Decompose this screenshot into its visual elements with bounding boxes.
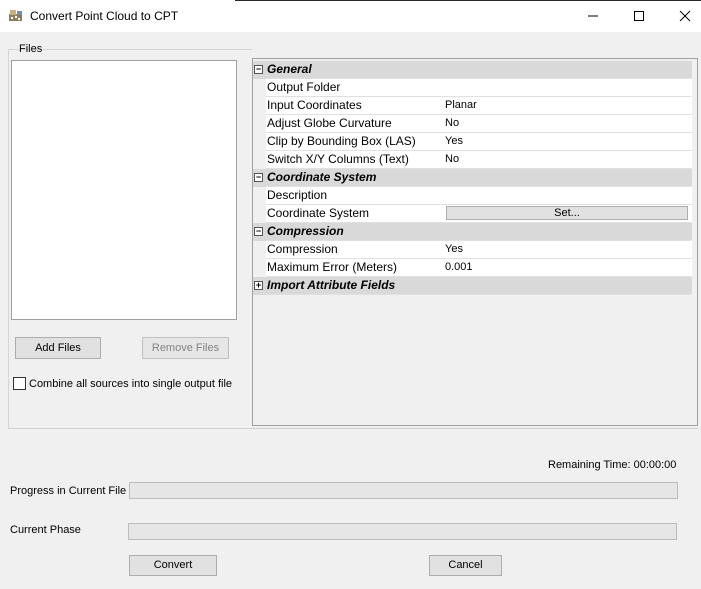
combine-sources-label: Combine all sources into single output f… xyxy=(29,378,233,390)
combine-sources-checkbox[interactable] xyxy=(13,377,26,390)
progress-current-file-label: Progress in Current File xyxy=(10,485,127,497)
property-row[interactable]: Input Coordinates Planar xyxy=(253,97,692,115)
property-row[interactable]: Coordinate System Set... xyxy=(253,205,692,223)
property-gutter xyxy=(253,151,266,169)
category-value-cell xyxy=(444,277,692,294)
category-row[interactable]: + Import Attribute Fields xyxy=(253,277,692,295)
property-name: Compression xyxy=(266,241,445,258)
remove-files-button[interactable]: Remove Files xyxy=(142,337,229,359)
minimize-icon xyxy=(588,15,598,17)
property-name: Maximum Error (Meters) xyxy=(266,259,445,276)
set-coordinate-system-button[interactable]: Set... xyxy=(446,206,688,220)
property-name: Output Folder xyxy=(266,79,445,96)
current-phase-bar xyxy=(128,523,677,540)
property-value[interactable]: No xyxy=(444,115,692,132)
property-row[interactable]: Description xyxy=(253,187,692,205)
progress-current-file-bar xyxy=(129,482,678,499)
property-gutter xyxy=(253,133,266,151)
category-value-cell xyxy=(444,61,692,78)
property-value[interactable]: Set... xyxy=(444,205,692,222)
cancel-button[interactable]: Cancel xyxy=(429,555,502,576)
category-row[interactable]: − General xyxy=(253,61,692,79)
category-name: Coordinate System xyxy=(266,169,445,186)
property-name: Clip by Bounding Box (LAS) xyxy=(266,133,445,150)
property-name: Description xyxy=(266,187,445,204)
property-gutter xyxy=(253,187,266,205)
property-gutter xyxy=(253,115,266,133)
convert-button[interactable]: Convert xyxy=(129,555,217,576)
property-row[interactable]: Compression Yes xyxy=(253,241,692,259)
files-group-label: Files xyxy=(19,43,43,55)
close-button[interactable] xyxy=(662,0,701,32)
property-gutter xyxy=(253,97,266,115)
property-grid: − General Output Folder Input Coordinates Pl… xyxy=(253,61,692,295)
property-value[interactable]: 0.001 xyxy=(444,259,692,276)
property-name: Input Coordinates xyxy=(266,97,445,114)
add-files-button[interactable]: Add Files xyxy=(15,337,101,359)
close-icon xyxy=(679,10,691,22)
property-gutter xyxy=(253,79,266,97)
category-gutter: − xyxy=(253,223,266,241)
category-name: General xyxy=(266,61,445,78)
property-value[interactable]: Yes xyxy=(444,133,692,150)
property-row[interactable]: Maximum Error (Meters) 0.001 xyxy=(253,259,692,277)
expand-icon[interactable]: + xyxy=(254,281,263,290)
category-value-cell xyxy=(444,223,692,240)
collapse-icon[interactable]: − xyxy=(254,173,263,182)
property-gutter xyxy=(253,241,266,259)
category-row[interactable]: − Compression xyxy=(253,223,692,241)
property-name: Adjust Globe Curvature xyxy=(266,115,445,132)
property-row[interactable]: Switch X/Y Columns (Text) No xyxy=(253,151,692,169)
property-name: Coordinate System xyxy=(266,205,445,222)
maximize-icon xyxy=(634,10,644,21)
property-value[interactable] xyxy=(444,79,692,96)
current-phase-label: Current Phase xyxy=(10,524,81,536)
category-gutter: − xyxy=(253,169,266,187)
category-name: Import Attribute Fields xyxy=(266,277,445,294)
property-value[interactable]: No xyxy=(444,151,692,168)
maximize-button[interactable] xyxy=(616,0,662,32)
property-value[interactable]: Planar xyxy=(444,97,692,114)
files-list[interactable] xyxy=(11,60,237,320)
collapse-icon[interactable]: − xyxy=(254,227,263,236)
remaining-time: Remaining Time: 00:00:00 xyxy=(548,459,677,471)
title-bar: Convert Point Cloud to CPT xyxy=(0,0,701,32)
minimize-button[interactable] xyxy=(570,0,616,32)
category-row[interactable]: − Coordinate System xyxy=(253,169,692,187)
category-gutter: + xyxy=(253,277,266,295)
property-row[interactable]: Clip by Bounding Box (LAS) Yes xyxy=(253,133,692,151)
collapse-icon[interactable]: − xyxy=(254,65,263,74)
property-value[interactable]: Yes xyxy=(444,241,692,258)
separator xyxy=(8,428,698,429)
property-gutter xyxy=(253,205,266,223)
category-gutter: − xyxy=(253,61,266,79)
category-value-cell xyxy=(444,169,692,186)
category-name: Compression xyxy=(266,223,445,240)
property-row[interactable]: Adjust Globe Curvature No xyxy=(253,115,692,133)
property-row[interactable]: Output Folder xyxy=(253,79,692,97)
property-gutter xyxy=(253,259,266,277)
property-name: Switch X/Y Columns (Text) xyxy=(266,151,445,168)
window-title: Convert Point Cloud to CPT xyxy=(30,9,179,23)
point-cloud-app-icon xyxy=(9,10,22,21)
property-value[interactable] xyxy=(444,187,692,204)
